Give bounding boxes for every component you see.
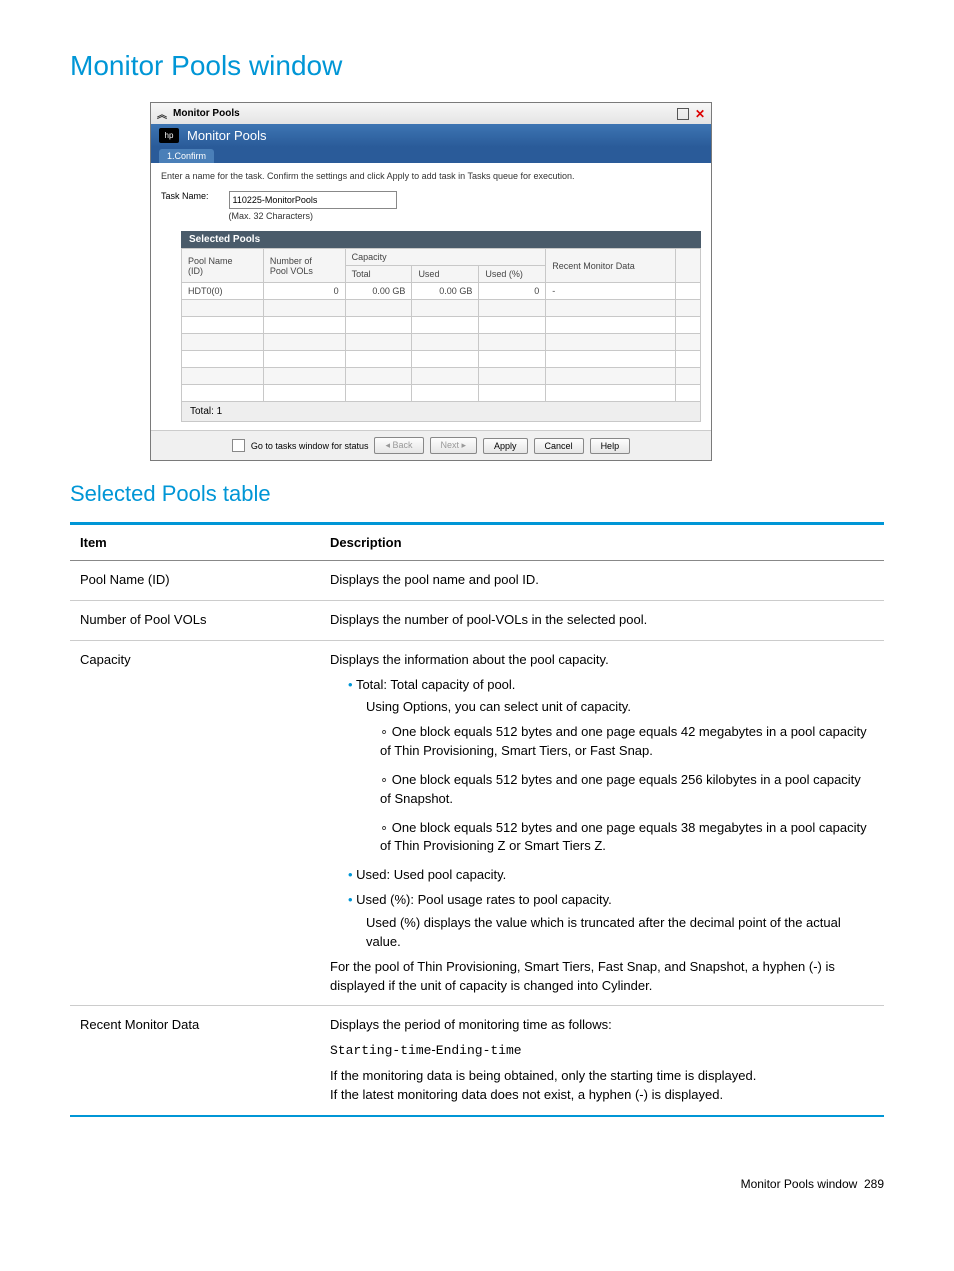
col-num-vols: Number of Pool VOLs	[263, 249, 345, 283]
collapse-icon[interactable]: ︽	[157, 106, 167, 121]
window-header-text: Monitor Pools	[187, 128, 266, 143]
monitor-pools-window: ︽ Monitor Pools ✕ hp Monitor Pools 1.Con…	[150, 102, 712, 461]
table-row	[182, 368, 701, 385]
desc-col-item: Item	[70, 524, 320, 561]
page-footer: Monitor Pools window 289	[70, 1177, 884, 1191]
table-row	[182, 317, 701, 334]
desc-row-pool-name: Pool Name (ID) Displays the pool name an…	[70, 561, 884, 601]
col-recent: Recent Monitor Data	[546, 249, 676, 283]
help-button[interactable]: Help	[590, 438, 631, 454]
cancel-button[interactable]: Cancel	[534, 438, 584, 454]
window-header: hp Monitor Pools	[151, 124, 711, 147]
back-button[interactable]: ◂ Back	[374, 437, 423, 454]
table-row	[182, 334, 701, 351]
desc-row-capacity: Capacity Displays the information about …	[70, 640, 884, 1006]
col-used: Used	[412, 266, 479, 283]
task-name-label: Task Name:	[161, 191, 209, 201]
window-footer: Go to tasks window for status ◂ Back Nex…	[151, 430, 711, 460]
task-name-input[interactable]	[229, 191, 397, 209]
col-capacity: Capacity	[345, 249, 546, 266]
table-row	[182, 300, 701, 317]
next-button[interactable]: Next ▸	[430, 437, 478, 454]
close-icon[interactable]: ✕	[695, 107, 705, 121]
go-to-tasks-label: Go to tasks window for status	[251, 441, 369, 451]
window-tabbar: 1.Confirm	[151, 147, 711, 163]
col-used-pct: Used (%)	[479, 266, 546, 283]
col-pool-name: Pool Name (ID)	[182, 249, 264, 283]
go-to-tasks-checkbox[interactable]	[232, 439, 245, 452]
hp-logo-icon: hp	[159, 128, 179, 143]
col-scroll-gutter	[676, 249, 701, 283]
selected-pools-table: Pool Name (ID) Number of Pool VOLs Capac…	[181, 248, 701, 402]
table-row	[182, 351, 701, 368]
col-total: Total	[345, 266, 412, 283]
section-selected-pools-table: Selected Pools table	[70, 481, 884, 507]
desc-col-description: Description	[320, 524, 884, 561]
page-title: Monitor Pools window	[70, 50, 884, 82]
maximize-icon[interactable]	[677, 108, 689, 120]
max-characters-note: (Max. 32 Characters)	[229, 211, 397, 221]
description-table: Item Description Pool Name (ID) Displays…	[70, 522, 884, 1117]
table-row	[182, 385, 701, 402]
table-row[interactable]: HDT0(0) 0 0.00 GB 0.00 GB 0 -	[182, 283, 701, 300]
titlebar-text: Monitor Pools	[173, 108, 240, 119]
table-total-footer: Total: 1	[181, 402, 701, 422]
selected-pools-header: Selected Pools	[181, 231, 701, 248]
tab-confirm[interactable]: 1.Confirm	[159, 149, 214, 163]
window-titlebar: ︽ Monitor Pools ✕	[151, 103, 711, 124]
apply-button[interactable]: Apply	[483, 438, 528, 454]
desc-row-num-vols: Number of Pool VOLs Displays the number …	[70, 600, 884, 640]
desc-row-recent: Recent Monitor Data Displays the period …	[70, 1006, 884, 1116]
instruction-text: Enter a name for the task. Confirm the s…	[161, 171, 701, 181]
